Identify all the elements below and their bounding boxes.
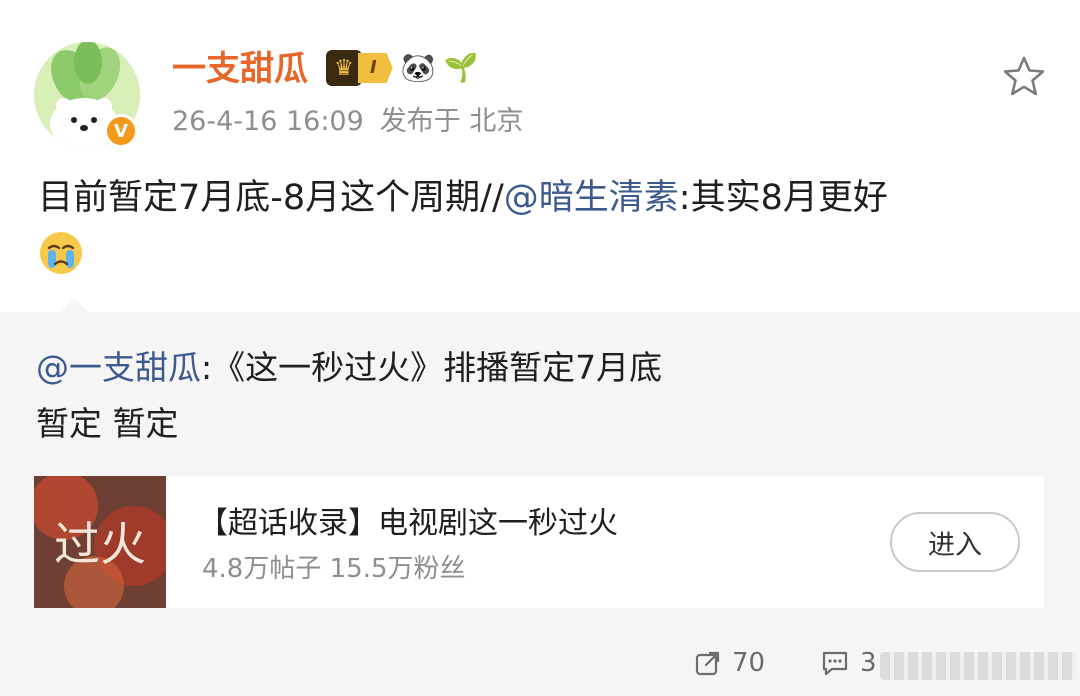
share-button[interactable]: 70 xyxy=(694,648,765,678)
action-bar: 70 3 xyxy=(0,640,1080,696)
repost-text-line1: :《这一秒过火》排播暂定7月底 xyxy=(201,348,663,387)
sprout-icon: 🌱 xyxy=(443,51,479,84)
post-timestamp: 26-4-16 16:09 xyxy=(172,106,364,137)
post-location: 发布于 北京 xyxy=(379,106,524,137)
post-meta: 26-4-16 16:09 发布于 北京 xyxy=(172,104,523,140)
weibo-post: V 一支甜瓜 ♛ I 🐼 🌱 26-4-16 16:09 发布于 北京 目前暂定7… xyxy=(0,0,1080,696)
favorite-star-icon[interactable] xyxy=(1002,54,1046,98)
share-count: 70 xyxy=(732,648,766,678)
comment-count: 3 xyxy=(860,648,877,678)
repost-text-line2: 暂定 暂定 xyxy=(36,404,179,443)
topic-thumbnail: 过火 xyxy=(34,476,166,608)
thumb-title-text: 过火 xyxy=(54,517,146,571)
topic-card[interactable]: 过火 【超话收录】电视剧这一秒过火 4.8万帖子 15.5万粉丝 进入 xyxy=(34,476,1044,608)
repost-content: @一支甜瓜:《这一秒过火》排播暂定7月底 暂定 暂定 xyxy=(36,340,1036,452)
crown-icon: ♛ xyxy=(326,50,362,86)
mention-link[interactable]: @暗生清素 xyxy=(504,178,679,218)
level-label: I xyxy=(358,53,393,83)
post-text-reply: :其实8月更好 xyxy=(678,178,888,218)
share-icon xyxy=(695,651,720,676)
comment-icon xyxy=(822,651,848,676)
panda-icon: 🐼 xyxy=(400,51,436,84)
comment-button[interactable]: 3 xyxy=(820,648,877,678)
member-level-badge[interactable]: ♛ I xyxy=(326,50,393,86)
blurred-overlay xyxy=(880,652,1076,680)
repost-mention-link[interactable]: @一支甜瓜 xyxy=(36,348,201,387)
repost-caret xyxy=(60,298,88,312)
topic-title: 【超话收录】电视剧这一秒过火 xyxy=(198,506,618,541)
user-badges: ♛ I 🐼 🌱 xyxy=(326,50,478,86)
verified-badge-icon: V xyxy=(104,114,138,148)
post-content: 目前暂定7月底-8月这个周期//@暗生清素:其实8月更好 xyxy=(38,172,1048,224)
username[interactable]: 一支甜瓜 xyxy=(172,46,308,92)
crying-emoji-icon xyxy=(40,232,82,274)
topic-stats: 4.8万帖子 15.5万粉丝 xyxy=(202,554,466,584)
post-text-main: 目前暂定7月底-8月这个周期// xyxy=(38,178,504,218)
enter-button[interactable]: 进入 xyxy=(890,512,1020,572)
